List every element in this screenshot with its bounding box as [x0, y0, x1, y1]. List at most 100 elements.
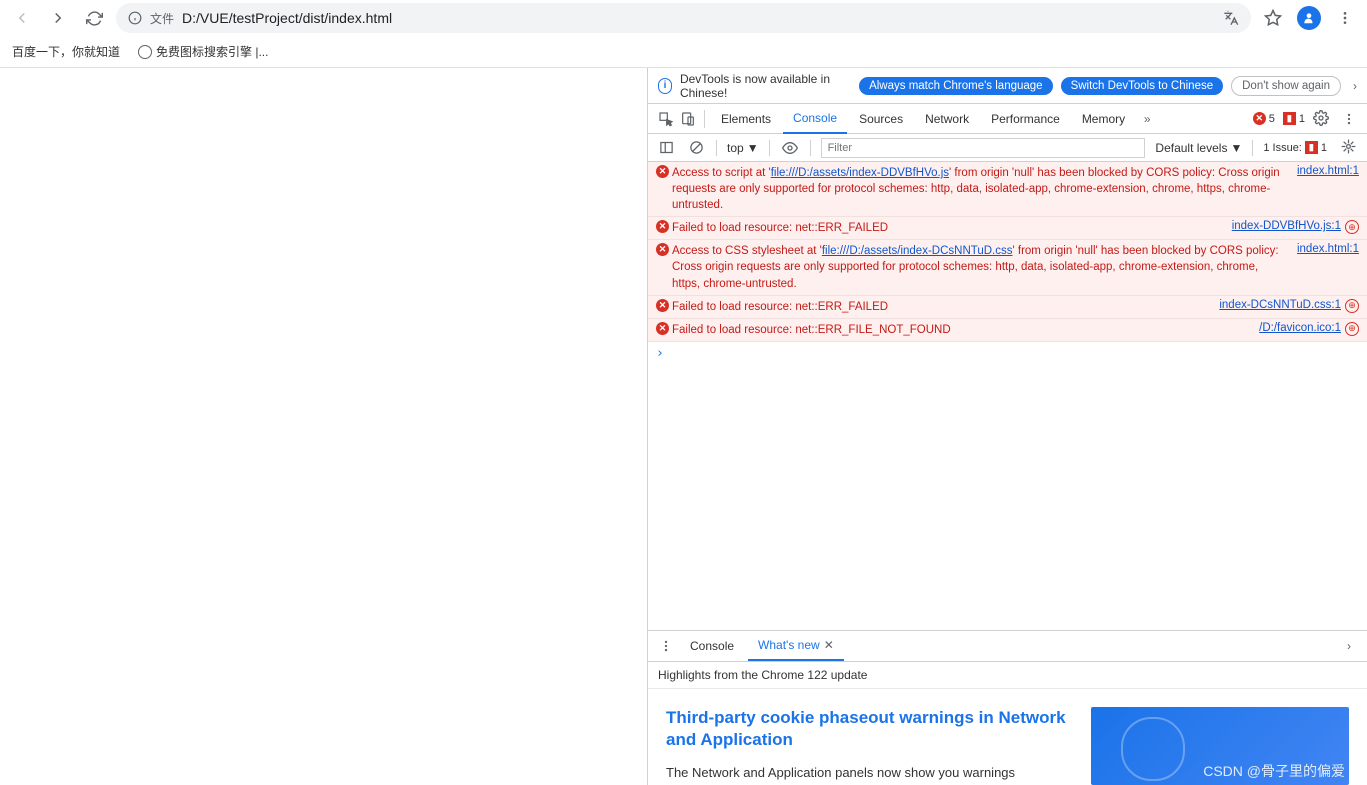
file-link[interactable]: index.html:1 [1297, 243, 1359, 255]
device-icon[interactable] [678, 109, 698, 129]
network-icon[interactable]: ⊕ [1345, 299, 1359, 313]
console-filter-bar: top ▼ Default levels ▼ 1 Issue: ▮ 1 [648, 134, 1367, 162]
back-button[interactable] [8, 4, 36, 32]
drawer-tabs: Console What's new ✕ › [648, 631, 1367, 661]
error-count-badge[interactable]: ✕ 5 [1253, 112, 1275, 125]
console-settings-icon[interactable] [1341, 139, 1359, 157]
kebab-icon[interactable] [656, 636, 676, 656]
close-icon[interactable]: › [1353, 79, 1357, 93]
error-message-text: Access to CSS stylesheet at 'file:///D:/… [672, 243, 1289, 291]
tab-sources[interactable]: Sources [849, 104, 913, 134]
source-link[interactable]: file:///D:/assets/index-DCsNNTuD.css [822, 245, 1013, 257]
tab-memory[interactable]: Memory [1072, 104, 1135, 134]
tab-elements[interactable]: Elements [711, 104, 781, 134]
file-label: 文件 [150, 10, 174, 27]
settings-icon[interactable] [1313, 110, 1331, 128]
match-language-button[interactable]: Always match Chrome's language [859, 77, 1053, 95]
divider [769, 140, 770, 156]
main-area: i DevTools is now available in Chinese! … [0, 68, 1367, 785]
network-icon[interactable]: ⊕ [1345, 220, 1359, 234]
console-error-row: ✕Failed to load resource: net::ERR_FAILE… [648, 296, 1367, 319]
file-link[interactable]: index-DCsNNTuD.css:1 [1219, 299, 1341, 311]
error-message-text: Access to script at 'file:///D:/assets/i… [672, 165, 1289, 213]
url-text: D:/VUE/testProject/dist/index.html [182, 10, 1215, 26]
clear-console-icon[interactable] [686, 138, 706, 158]
console-messages: ✕Access to script at 'file:///D:/assets/… [648, 162, 1367, 342]
error-icon: ✕ [656, 165, 672, 213]
devtools-banner: i DevTools is now available in Chinese! … [648, 68, 1367, 104]
switch-chinese-button[interactable]: Switch DevTools to Chinese [1061, 77, 1224, 95]
bookmark-icons[interactable]: 免费图标搜索引擎 |... [138, 43, 268, 60]
context-dropdown[interactable]: top ▼ [727, 141, 759, 155]
address-bar[interactable]: 文件 D:/VUE/testProject/dist/index.html [116, 3, 1251, 33]
translate-icon[interactable] [1223, 10, 1239, 26]
whatsnew-image: CSDN @骨子里的偏爱 [1091, 707, 1349, 785]
info-icon: i [658, 78, 672, 94]
error-icon: ✕ [656, 322, 672, 338]
file-link[interactable]: /D:/favicon.ico:1 [1259, 322, 1341, 334]
kebab-icon[interactable] [1339, 109, 1359, 129]
message-source: index.html:1 [1289, 165, 1359, 213]
drawer-tab-whatsnew[interactable]: What's new ✕ [748, 631, 844, 661]
close-drawer-icon[interactable]: › [1339, 636, 1359, 656]
message-source: /D:/favicon.ico:1 ⊕ [1251, 322, 1359, 338]
inspect-icon[interactable] [656, 109, 676, 129]
file-link[interactable]: index-DDVBfHVo.js:1 [1232, 220, 1341, 232]
tab-performance[interactable]: Performance [981, 104, 1070, 134]
page-content [0, 68, 648, 785]
whatsnew-label: What's new [758, 638, 820, 652]
console-empty-area [648, 365, 1367, 630]
console-error-row: ✕Access to script at 'file:///D:/assets/… [648, 162, 1367, 217]
sidebar-toggle-icon[interactable] [656, 138, 676, 158]
error-icon: ✕ [656, 299, 672, 315]
issues-label: 1 Issue: [1263, 142, 1302, 154]
star-button[interactable] [1259, 4, 1287, 32]
source-link[interactable]: file:///D:/assets/index-DDVBfHVo.js [771, 167, 949, 179]
close-icon[interactable]: ✕ [824, 638, 834, 652]
tab-network[interactable]: Network [915, 104, 979, 134]
watermark-text: CSDN @骨子里的偏爱 [1203, 761, 1345, 781]
chevron-down-icon: ▼ [747, 141, 759, 155]
more-tabs-icon[interactable]: » [1137, 109, 1157, 129]
warn-count: 1 [1299, 113, 1305, 125]
error-icon: ✕ [656, 220, 672, 236]
eye-icon[interactable] [780, 138, 800, 158]
browser-toolbar: 文件 D:/VUE/testProject/dist/index.html [0, 0, 1367, 36]
error-message-text: Failed to load resource: net::ERR_FAILED [672, 220, 1224, 236]
levels-dropdown[interactable]: Default levels ▼ [1155, 141, 1242, 155]
console-error-row: ✕Failed to load resource: net::ERR_FAILE… [648, 217, 1367, 240]
issues-badge[interactable]: 1 Issue: ▮ 1 [1263, 141, 1327, 154]
avatar-icon [1297, 6, 1321, 30]
message-source: index-DCsNNTuD.css:1 ⊕ [1211, 299, 1359, 315]
drawer-text: Third-party cookie phaseout warnings in … [666, 707, 1071, 785]
error-icon: ✕ [656, 243, 672, 291]
console-prompt[interactable]: › [648, 342, 1367, 365]
dont-show-button[interactable]: Don't show again [1231, 76, 1341, 96]
forward-button[interactable] [44, 4, 72, 32]
whatsnew-title[interactable]: Third-party cookie phaseout warnings in … [666, 707, 1071, 751]
error-icon: ✕ [1253, 112, 1266, 125]
error-message-text: Failed to load resource: net::ERR_FAILED [672, 299, 1211, 315]
network-icon[interactable]: ⊕ [1345, 322, 1359, 336]
context-label: top [727, 141, 744, 155]
drawer-tab-console[interactable]: Console [680, 631, 744, 661]
tab-console[interactable]: Console [783, 104, 847, 134]
bookmarks-bar: 百度一下，你就知道 免费图标搜索引擎 |... [0, 36, 1367, 68]
profile-button[interactable] [1295, 4, 1323, 32]
console-error-row: ✕Failed to load resource: net::ERR_FILE_… [648, 319, 1367, 342]
error-count: 5 [1269, 113, 1275, 125]
devtools-panel: i DevTools is now available in Chinese! … [648, 68, 1367, 785]
divider [810, 140, 811, 156]
banner-text: DevTools is now available in Chinese! [680, 72, 851, 100]
filter-input[interactable] [821, 138, 1146, 158]
message-source: index-DDVBfHVo.js:1 ⊕ [1224, 220, 1359, 236]
chevron-down-icon: ▼ [1230, 141, 1242, 155]
bookmark-baidu[interactable]: 百度一下，你就知道 [12, 43, 120, 60]
reload-button[interactable] [80, 4, 108, 32]
warn-count-badge[interactable]: ▮ 1 [1283, 112, 1305, 125]
devtools-drawer: Console What's new ✕ › Highlights from t… [648, 630, 1367, 785]
levels-label: Default levels [1155, 141, 1227, 155]
menu-button[interactable] [1331, 4, 1359, 32]
file-link[interactable]: index.html:1 [1297, 165, 1359, 177]
bookmark-label: 免费图标搜索引擎 |... [156, 43, 268, 60]
